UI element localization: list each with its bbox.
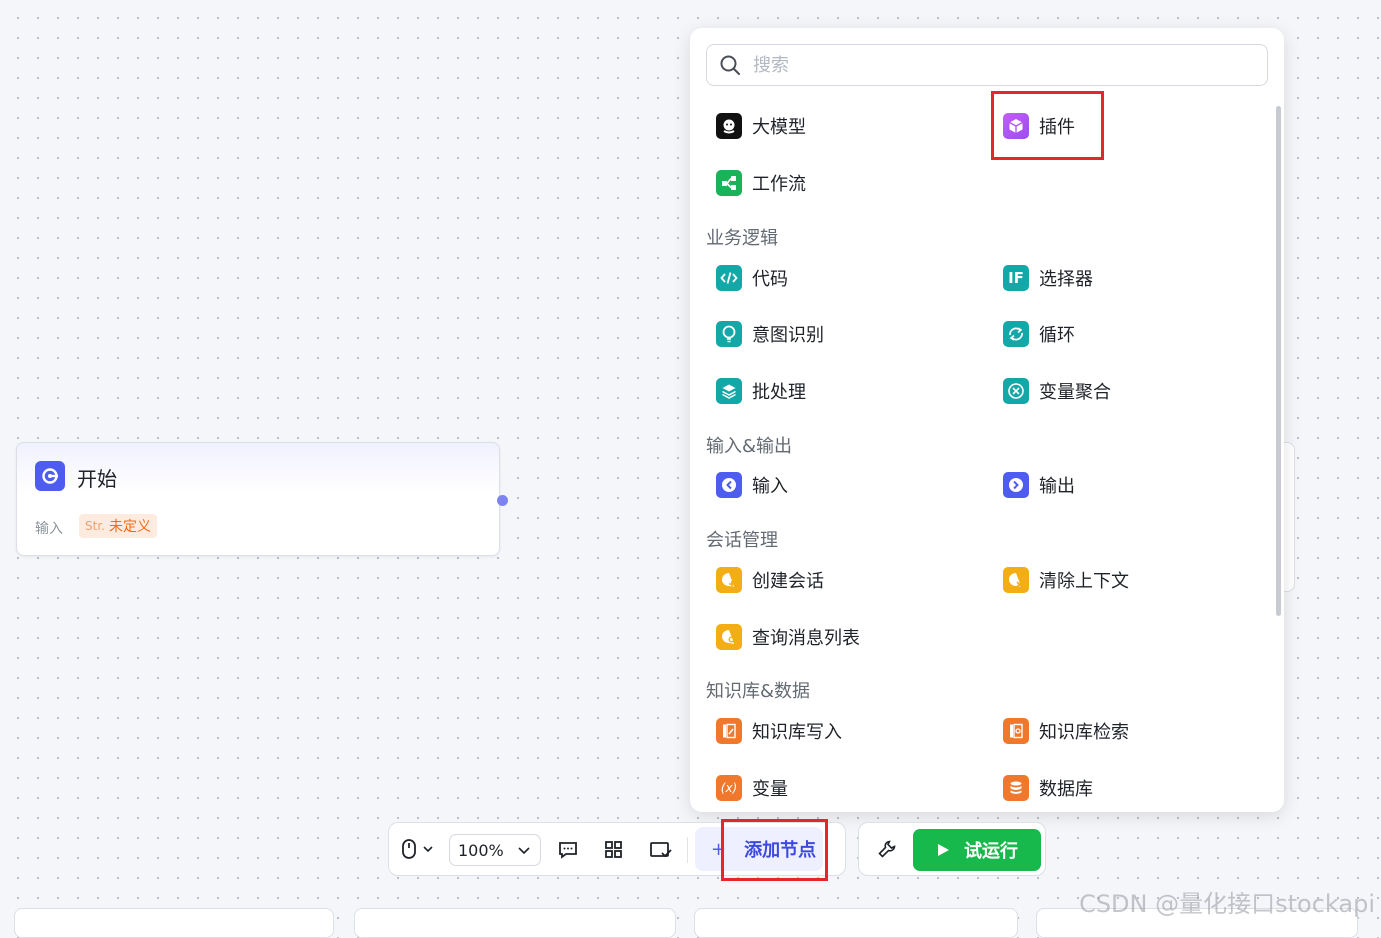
mouse-mode-button[interactable] [401, 837, 435, 861]
chat-add-icon [716, 567, 742, 593]
node-item-label: 意图识别 [752, 325, 824, 346]
node-item-llm[interactable]: 大模型 [716, 111, 806, 141]
background-node[interactable] [354, 908, 676, 938]
add-node-panel: 大模型 插件 工作流 业务逻辑 代码 IF 选择器 意图识别 循环 [690, 28, 1284, 812]
watermark: CSDN @量化接口stockapi [1079, 890, 1375, 918]
chat-search-icon [716, 624, 742, 650]
llm-icon [716, 113, 742, 139]
search-icon [720, 55, 740, 75]
node-item-knowledge-write[interactable]: 知识库写入 [716, 716, 842, 746]
canvas-toolbar: 100% + 添加节点 [388, 819, 846, 881]
workflow-icon [716, 170, 742, 196]
node-item-intent[interactable]: 意图识别 [716, 319, 824, 349]
highlight-box [991, 91, 1104, 160]
node-item-label: 选择器 [1039, 269, 1093, 290]
output-port[interactable] [497, 495, 508, 506]
section-title: 知识库&数据 [706, 681, 811, 702]
test-run-button[interactable]: 试运行 [913, 829, 1041, 871]
comment-button[interactable] [557, 839, 579, 865]
node-item-label: 输出 [1039, 476, 1075, 497]
node-item-workflow[interactable]: 工作流 [716, 168, 806, 198]
node-item-output[interactable]: 输出 [1003, 470, 1075, 500]
node-item-label: 变量聚合 [1039, 382, 1111, 403]
toolbar-divider [687, 837, 688, 863]
minimap-icon [650, 842, 672, 858]
node-item-code[interactable]: 代码 [716, 263, 788, 293]
node-item-label: 大模型 [752, 117, 806, 138]
node-item-clear-context[interactable]: 清除上下文 [1003, 565, 1129, 595]
run-toolbar: 试运行 [858, 822, 1046, 876]
background-node[interactable] [14, 908, 334, 938]
type-label: Str. [85, 519, 105, 533]
node-item-label: 数据库 [1039, 779, 1093, 800]
node-item-label: 清除上下文 [1039, 571, 1129, 592]
chat-clear-icon [1003, 567, 1029, 593]
background-node[interactable] [694, 908, 1018, 938]
highlight-box [721, 819, 828, 881]
zoom-select[interactable]: 100% [449, 834, 541, 866]
node-item-label: 工作流 [752, 174, 806, 195]
node-item-label: 输入 [752, 476, 788, 497]
output-icon [1003, 472, 1029, 498]
minimap-button[interactable] [649, 839, 673, 865]
node-item-label: 循环 [1039, 325, 1075, 346]
node-item-label: 知识库写入 [752, 722, 842, 743]
section-title: 输入&输出 [706, 436, 793, 457]
layout-icon [605, 841, 622, 858]
node-item-label: 知识库检索 [1039, 722, 1129, 743]
aggregate-icon [1003, 378, 1029, 404]
chevron-down-icon [423, 846, 433, 853]
wrench-icon [878, 840, 896, 858]
node-item-database[interactable]: 数据库 [1003, 773, 1093, 803]
tag-value: 未定义 [108, 519, 151, 535]
loop-icon [1003, 321, 1029, 347]
search-input[interactable] [751, 53, 1235, 77]
play-icon [938, 844, 949, 856]
start-node[interactable]: 开始 输入 Str. 未定义 [16, 442, 500, 556]
node-item-variable-aggregate[interactable]: 变量聚合 [1003, 376, 1111, 406]
start-icon [35, 461, 65, 491]
section-title: 业务逻辑 [706, 228, 778, 249]
start-input-label: 输入 [35, 521, 63, 537]
node-item-label: 创建会话 [752, 571, 824, 592]
mouse-icon [402, 839, 416, 859]
database-icon [1003, 775, 1029, 801]
node-item-selector[interactable]: IF 选择器 [1003, 263, 1093, 293]
debug-button[interactable] [877, 839, 897, 863]
chevron-down-icon [518, 847, 530, 855]
node-item-label: 代码 [752, 269, 788, 290]
input-icon [716, 472, 742, 498]
layout-button[interactable] [603, 839, 625, 865]
code-icon [716, 265, 742, 291]
section-title: 会话管理 [706, 530, 778, 551]
node-item-loop[interactable]: 循环 [1003, 319, 1075, 349]
node-item-label: 变量 [752, 779, 788, 800]
node-item-label: 批处理 [752, 382, 806, 403]
node-item-batch[interactable]: 批处理 [716, 376, 806, 406]
start-node-title: 开始 [77, 467, 117, 491]
knowledge-write-icon [716, 718, 742, 744]
scrollbar[interactable] [1276, 106, 1281, 616]
node-item-query-messages[interactable]: 查询消息列表 [716, 622, 860, 652]
start-input-tag: Str. 未定义 [79, 514, 157, 538]
node-item-create-conversation[interactable]: 创建会话 [716, 565, 824, 595]
comment-icon [559, 842, 577, 859]
search-box[interactable] [706, 44, 1268, 86]
if-icon: IF [1003, 265, 1029, 291]
node-item-input[interactable]: 输入 [716, 470, 788, 500]
knowledge-search-icon [1003, 718, 1029, 744]
intent-icon [716, 321, 742, 347]
zoom-value: 100% [458, 840, 504, 860]
node-item-label: 查询消息列表 [752, 628, 860, 649]
node-item-knowledge-search[interactable]: 知识库检索 [1003, 716, 1129, 746]
test-run-label: 试运行 [964, 841, 1018, 862]
variable-icon: (x) [716, 775, 742, 801]
layers-icon [716, 378, 742, 404]
node-item-variable[interactable]: (x) 变量 [716, 773, 788, 803]
